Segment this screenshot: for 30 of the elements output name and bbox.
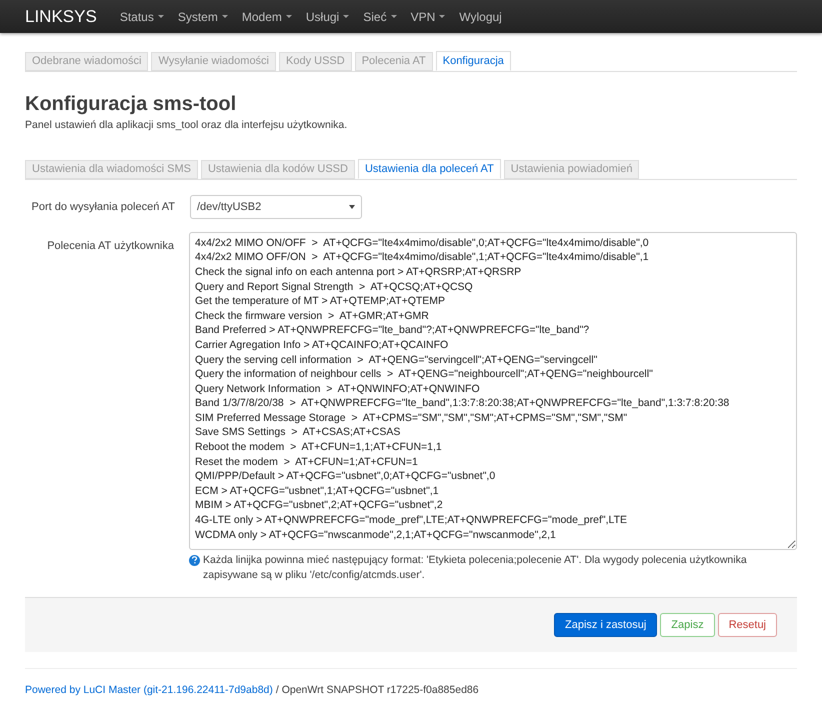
caret-icon — [222, 15, 228, 18]
nav-menu-item[interactable]: Sieć — [363, 8, 397, 26]
page-title: Konfiguracja sms-tool — [25, 92, 238, 116]
nav-menu-item[interactable]: Status — [120, 8, 164, 26]
nav-menu-item[interactable]: System — [178, 8, 228, 26]
tab[interactable]: Konfiguracja — [436, 51, 511, 71]
nav-menu-item[interactable]: VPN — [410, 8, 446, 26]
brand-logo[interactable]: LINKSYS — [25, 4, 97, 30]
nav-menu-item[interactable]: Usługi — [306, 8, 350, 26]
commands-label: Polecenia AT użytkownika — [46, 238, 175, 254]
caret-icon — [390, 15, 397, 18]
help-text: Każda linijka powinna mieć następujący format: 'Etykieta polecenia;polecenie AT'. Dla wygody polecenia użytkownika zapisywane są w pliku '/etc/config/atcmds.user'. — [203, 552, 748, 583]
form-button[interactable]: Zapisz — [660, 612, 715, 637]
form-button[interactable]: Resetuj — [718, 612, 777, 637]
form-button[interactable]: Zapisz i zastosuj — [554, 612, 658, 637]
help-icon — [189, 554, 200, 566]
page-description: Panel ustawień dla aplikacji sms_tool oraz dla interfejsu użytkownika. — [25, 118, 348, 133]
caret-icon — [439, 15, 446, 18]
luci-link[interactable]: Powered by LuCI Master (git-21.196.22411-7d9ab8d) — [25, 682, 273, 698]
caret-icon — [343, 15, 350, 18]
commands-textarea[interactable]: 4x4/2x2 MIMO ON/OFF > AT+QCFG="lte4x4mimo/disable",0;AT+QCFG="lte4x4mimo/disable",0 4x4/2x2 MIMO OFF/ON > AT+QCFG="lte4x4mimo/disable",1;AT+QCFG="lte4x4mimo/disable",1 Check the signal info on each antenna port > AT+QRSRP;AT+QRSRP Query and Report Signal Strength > AT+QCSQ;AT+QCSQ Get the temperature of MT > AT+QTEMP;AT+QTEMP Check the firmware version > AT+GMR;AT+GMR Band Preferred > AT+QNWPREFCFG="lte_band"?;AT+QNWPREFCFG="lte_band"? Carrier Agregation Info > AT+QCAINFO;AT+QCAINFO Query the serving cell information > AT+QENG="servingcell";AT+QENG="servingcell" Query the information of neighbour cells > AT+QENG="neighbourcell";AT+QENG="neighbourcell" Query Network Information > AT+QNWINFO;AT+QNWINFO Band 1/3/7/8/20/38 > AT+QNWPREFCFG="lte_band",1:3:7:8:20:38;AT+QNWPREFCFG="lte_band",1:3:7:8:20:38 SIM Preferred Message Storage > AT+CPMS="SM","SM","SM";AT+CPMS="SM","SM","SM" Save SMS Settings > AT+CSAS;AT+CSAS Reboot the modem > AT+CFUN=1,1;AT+CFUN=1,1 Reset the modem > AT+CFUN=1;AT+CFUN=1 QMI/PPP/Default > AT+QCFG="usbnet",0;AT+QCFG="usbnet",0 ECM > AT+QCFG="usbnet",1;AT+QCFG="usbnet",1 MBIM > AT+QCFG="usbnet",2;AT+QCFG="usbnet",2 4G-LTE only > AT+QNWPREFCFG="mode_pref",LTE;AT+QNWPREFCFG="mode_pref",LTE WCDMA only > AT+QCFG="nwscanmode",2,1;AT+QCFG="nwscanmode",2,1 — [189, 232, 797, 550]
footer-version: / OpenWrt SNAPSHOT r17225-f0a885ed86 — [276, 682, 479, 698]
nav-menu-item[interactable]: Modem — [242, 8, 292, 26]
port-label: Port do wysyłania poleceń AT — [30, 200, 176, 214]
port-select[interactable]: /dev/ttyUSB2 — [190, 194, 362, 219]
caret-icon — [158, 15, 164, 18]
caret-icon — [286, 15, 292, 18]
dropdown-arrow-icon — [349, 204, 355, 209]
nav-menu-item[interactable]: Wyloguj — [459, 8, 502, 26]
tab[interactable]: Ustawienia dla poleceń AT — [358, 158, 501, 179]
